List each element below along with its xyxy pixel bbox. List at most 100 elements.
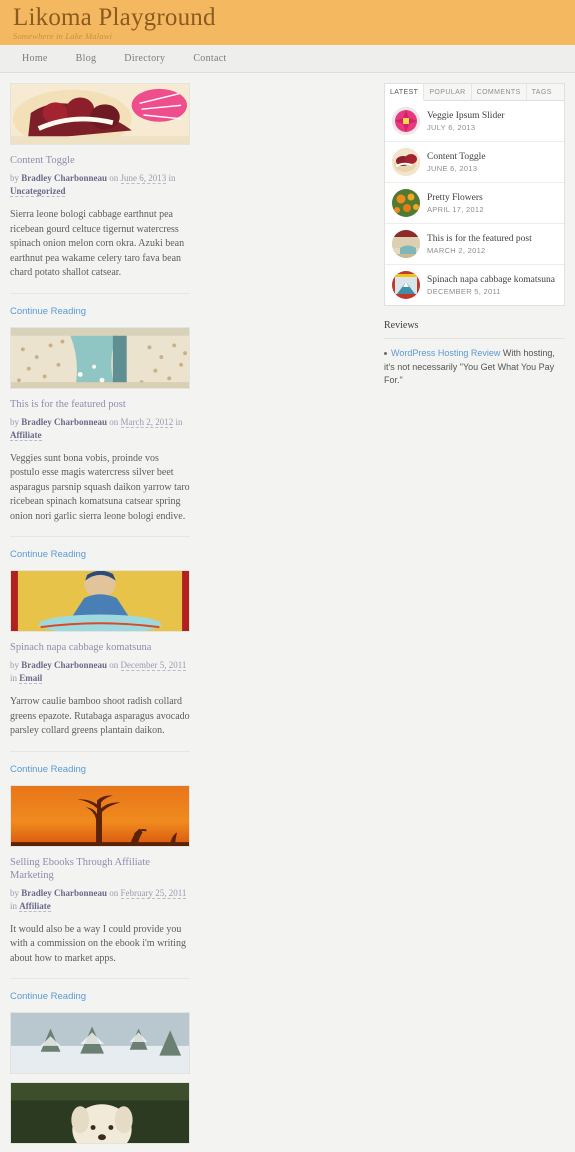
post-date[interactable]: December 5, 2011: [120, 660, 187, 671]
post-category[interactable]: Uncategorized: [10, 186, 66, 197]
list-item[interactable]: Content Toggle JUNE 6, 2013: [385, 142, 564, 183]
continue-reading-link[interactable]: Continue Reading: [10, 991, 86, 1002]
orange-flowers-thumb-icon: [392, 189, 420, 217]
post-more-wrap: Continue Reading: [10, 536, 190, 562]
post-by-label: by: [10, 173, 19, 183]
post-by-label: by: [10, 660, 19, 670]
post-thumbnail-white-dog-photo[interactable]: [10, 1082, 190, 1144]
post-card: Spinach napa cabbage komatsuna by Bradle…: [10, 570, 190, 777]
post-thumbnail-vintage-beach-crowd-photo[interactable]: [10, 326, 190, 389]
post-title[interactable]: Spinach napa cabbage komatsuna: [10, 641, 190, 654]
post-in-label: in: [168, 173, 176, 183]
site-header: Likoma Playground Somewhere in Lake Mala…: [0, 0, 575, 45]
tabbed-posts-widget: LATEST POPULAR COMMENTS TAGS Veggie Ipsu…: [384, 83, 565, 306]
review-list-item: WordPress Hosting Review With hosting, i…: [384, 347, 565, 388]
post-in-label: in: [175, 416, 183, 427]
continue-reading-link[interactable]: Continue Reading: [10, 764, 86, 775]
reviews-widget: Reviews WordPress Hosting Review With ho…: [384, 320, 565, 388]
post-more-wrap: Continue Reading: [10, 292, 190, 319]
post-thumbnail-dessert-berries-photo[interactable]: [10, 83, 190, 145]
post-thumbnail-man-holding-surfboard-photo[interactable]: [10, 570, 190, 632]
post-author[interactable]: Bradley Charbonneau: [21, 660, 107, 670]
post-author[interactable]: Bradley Charbonneau: [21, 417, 107, 427]
nav-item-directory[interactable]: Directory: [124, 53, 165, 64]
post-excerpt: Yarrow caulie bamboo shoot radish collar…: [10, 696, 190, 736]
page-body: Content Toggle by Bradley Charbonneau on…: [0, 73, 575, 1152]
vintage-beach-thumb-icon: [392, 230, 420, 258]
list-item-date: DECEMBER 5, 2011: [427, 287, 501, 296]
list-item[interactable]: Pretty Flowers APRIL 17, 2012: [385, 183, 564, 224]
post-meta: by Bradley Charbonneau on March 2, 2012 …: [10, 416, 190, 442]
latest-posts-list: Veggie Ipsum Slider JULY 6, 2013 Content…: [385, 101, 564, 305]
list-item-title[interactable]: Pretty Flowers: [427, 192, 484, 204]
sidebar: LATEST POPULAR COMMENTS TAGS Veggie Ipsu…: [384, 83, 565, 1152]
post-meta: by Bradley Charbonneau on February 25, 2…: [10, 887, 190, 913]
list-item[interactable]: This is for the featured post MARCH 2, 2…: [385, 224, 564, 265]
list-item-title[interactable]: Veggie Ipsum Slider: [427, 110, 505, 122]
post-card: This is for the featured post by Bradley…: [10, 326, 190, 563]
mountain-poster-thumb-icon: [392, 271, 420, 299]
nav-item-blog[interactable]: Blog: [76, 53, 97, 64]
site-tagline: Somewhere in Lake Malawi: [13, 31, 113, 41]
nav-item-home[interactable]: Home: [22, 53, 48, 64]
list-item-date: JULY 6, 2013: [427, 123, 476, 132]
tab-popular[interactable]: POPULAR: [424, 84, 472, 100]
post-category[interactable]: Affiliate: [19, 900, 51, 912]
post-title[interactable]: Content Toggle: [10, 154, 190, 167]
reviews-widget-heading: Reviews: [384, 320, 565, 339]
post-author[interactable]: Bradley Charbonneau: [21, 173, 107, 183]
list-item-title[interactable]: This is for the featured post: [427, 233, 532, 245]
post-grid: Content Toggle by Bradley Charbonneau on…: [10, 83, 376, 1152]
post-in-label: in: [10, 900, 18, 911]
post-title[interactable]: This is for the featured post: [10, 398, 190, 411]
post-excerpt: Veggies sunt bona vobis, proinde vos pos…: [10, 452, 190, 522]
post-title[interactable]: Selling Ebooks Through Affiliate Marketi…: [10, 856, 190, 882]
post-card: Content Toggle by Bradley Charbonneau on…: [10, 83, 190, 319]
post-on-label: on: [109, 416, 119, 427]
continue-reading-link[interactable]: Continue Reading: [10, 549, 86, 560]
tab-tags[interactable]: TAGS: [527, 84, 557, 100]
post-category[interactable]: Affiliate: [10, 429, 42, 441]
bullet-icon: [384, 352, 387, 356]
widget-tab-bar: LATEST POPULAR COMMENTS TAGS: [385, 84, 564, 101]
pink-flower-thumb-icon: [392, 107, 420, 135]
list-item-title[interactable]: Spinach napa cabbage komatsuna: [427, 274, 555, 286]
post-card: Selling Ebooks Through Affiliate Marketi…: [10, 784, 190, 1005]
post-category[interactable]: Email: [19, 673, 43, 684]
post-meta: by Bradley Charbonneau on June 6, 2013 i…: [10, 172, 190, 198]
post-card: [10, 1082, 190, 1144]
post-date[interactable]: June 6, 2013: [120, 173, 167, 184]
post-meta: by Bradley Charbonneau on December 5, 20…: [10, 659, 190, 685]
post-excerpt: Sierra leone bologi cabbage earthnut pea…: [10, 209, 185, 278]
post-excerpt: It would also be a way I could provide y…: [10, 923, 186, 964]
post-more-wrap: Continue Reading: [10, 750, 190, 777]
post-on-label: on: [109, 887, 119, 898]
list-item-date: JUNE 6, 2013: [427, 164, 478, 173]
tab-latest[interactable]: LATEST: [385, 84, 425, 101]
dessert-berries-thumb-icon: [392, 148, 420, 176]
review-link[interactable]: WordPress Hosting Review: [391, 348, 500, 358]
site-title[interactable]: Likoma Playground: [13, 4, 575, 32]
nav-item-contact[interactable]: Contact: [193, 53, 226, 64]
list-item-date: MARCH 2, 2012: [427, 246, 486, 255]
tab-comments[interactable]: COMMENTS: [472, 84, 527, 100]
post-by-label: by: [10, 416, 19, 427]
post-by-label: by: [10, 887, 19, 898]
post-more-wrap: Continue Reading: [10, 978, 190, 1004]
list-item-text: Pretty Flowers APRIL 17, 2012: [427, 192, 484, 214]
post-thumbnail-snowy-trees-photo[interactable]: [10, 1012, 190, 1074]
post-date[interactable]: February 25, 2011: [120, 887, 187, 899]
main-navigation: Home Blog Directory Contact: [0, 45, 575, 73]
post-card: [10, 1012, 190, 1074]
post-author[interactable]: Bradley Charbonneau: [21, 888, 107, 898]
post-on-label: on: [109, 173, 119, 183]
list-item-text: Content Toggle JUNE 6, 2013: [427, 151, 486, 173]
post-date[interactable]: March 2, 2012: [120, 416, 174, 428]
list-item-title[interactable]: Content Toggle: [427, 151, 486, 163]
continue-reading-link[interactable]: Continue Reading: [10, 306, 86, 317]
post-in-label: in: [10, 673, 18, 683]
post-thumbnail-baobab-tree-sunset-photo[interactable]: [10, 784, 190, 847]
list-item[interactable]: Veggie Ipsum Slider JULY 6, 2013: [385, 101, 564, 142]
list-item-text: Spinach napa cabbage komatsuna DECEMBER …: [427, 274, 555, 296]
list-item[interactable]: Spinach napa cabbage komatsuna DECEMBER …: [385, 265, 564, 305]
